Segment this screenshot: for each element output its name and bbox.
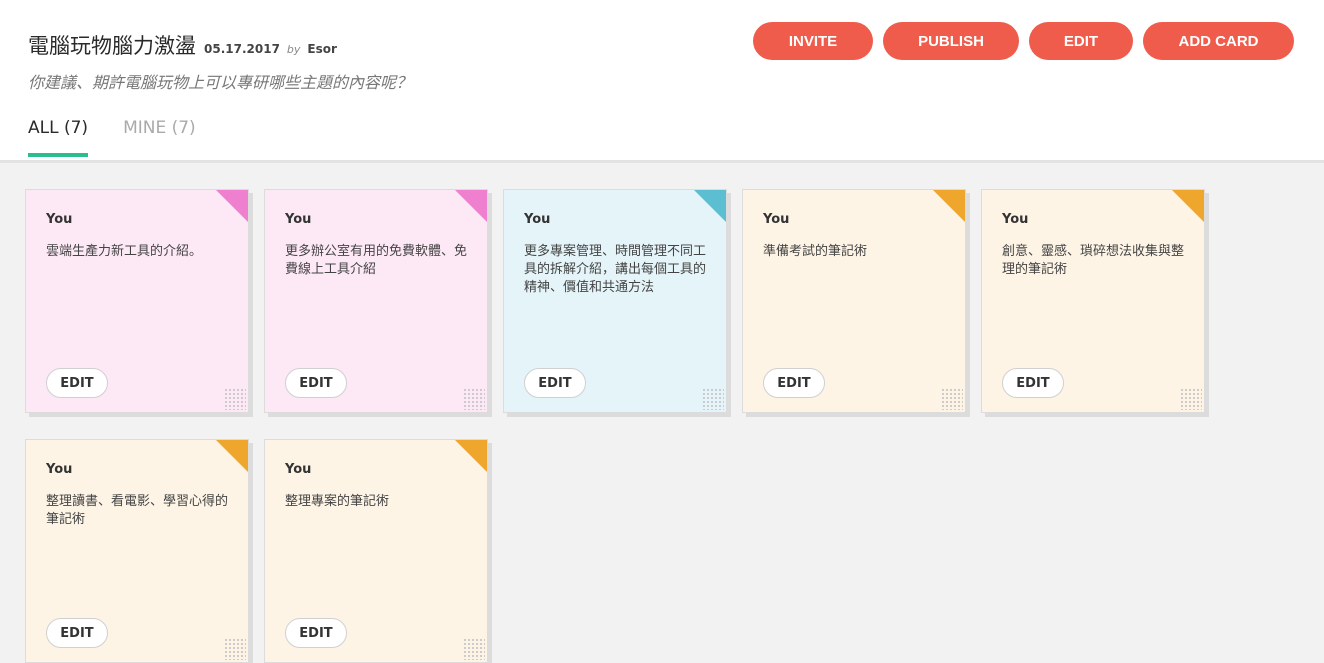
publish-button[interactable]: PUBLISH: [883, 22, 1019, 60]
card-color-tag: [216, 190, 248, 222]
resize-grip-icon[interactable]: [941, 388, 963, 410]
board-header: 電腦玩物腦力激盪 05.17.2017 by Esor 你建議、期許電腦玩物上可…: [0, 0, 1324, 163]
card-edit-button[interactable]: EDIT: [1002, 368, 1064, 398]
board-subtitle: 你建議、期許電腦玩物上可以專研哪些主題的內容呢？: [28, 73, 413, 92]
action-buttons: INVITE PUBLISH EDIT ADD CARD: [743, 22, 1294, 60]
card-author: You: [285, 212, 312, 227]
card-color-tag: [455, 440, 487, 472]
card-text: 雲端生產力新工具的介紹。: [46, 244, 203, 259]
board-date: 05.17.2017: [204, 42, 280, 56]
card-edit-button[interactable]: EDIT: [524, 368, 586, 398]
card-author: You: [46, 212, 73, 227]
card-author: You: [763, 212, 790, 227]
card-edit-button[interactable]: EDIT: [763, 368, 825, 398]
card-color-tag: [216, 440, 248, 472]
card-author: You: [285, 462, 312, 477]
card[interactable]: You 更多辦公室有用的免費軟體、免費線上工具介紹 EDIT: [264, 189, 488, 413]
invite-button[interactable]: INVITE: [753, 22, 873, 60]
tab-mine[interactable]: MINE (7): [123, 118, 196, 152]
resize-grip-icon[interactable]: [1180, 388, 1202, 410]
edit-board-button[interactable]: EDIT: [1029, 22, 1133, 60]
card-edit-button[interactable]: EDIT: [46, 618, 108, 648]
card-text: 整理專案的筆記術: [285, 494, 390, 509]
card[interactable]: You 雲端生產力新工具的介紹。 EDIT: [25, 189, 249, 413]
tab-all[interactable]: ALL (7): [28, 118, 89, 157]
filter-tabs: ALL (7) MINE (7): [28, 118, 231, 157]
board-title: 電腦玩物腦力激盪: [28, 34, 196, 58]
card[interactable]: You 整理讀書、看電影、學習心得的筆記術 EDIT: [25, 439, 249, 663]
by-label: by: [286, 43, 301, 56]
card-author: You: [524, 212, 551, 227]
board-author: Esor: [307, 42, 337, 56]
card-text: 更多辦公室有用的免費軟體、免費線上工具介紹: [285, 244, 468, 277]
card[interactable]: You 準備考試的筆記術 EDIT: [742, 189, 966, 413]
card-color-tag: [694, 190, 726, 222]
resize-grip-icon[interactable]: [463, 388, 485, 410]
card-edit-button[interactable]: EDIT: [285, 618, 347, 648]
card-edit-button[interactable]: EDIT: [46, 368, 108, 398]
card-color-tag: [455, 190, 487, 222]
resize-grip-icon[interactable]: [463, 638, 485, 660]
title-row: 電腦玩物腦力激盪 05.17.2017 by Esor: [28, 30, 337, 60]
card-text: 準備考試的筆記術: [763, 244, 868, 259]
card-color-tag: [933, 190, 965, 222]
card-text: 創意、靈感、瑣碎想法收集與整理的筆記術: [1002, 244, 1185, 277]
card-author: You: [1002, 212, 1029, 227]
card-author: You: [46, 462, 73, 477]
card-edit-button[interactable]: EDIT: [285, 368, 347, 398]
add-card-button[interactable]: ADD CARD: [1143, 22, 1294, 60]
card[interactable]: You 更多專案管理、時間管理不同工具的拆解介紹，講出每個工具的精神、價值和共通…: [503, 189, 727, 413]
card-text: 整理讀書、看電影、學習心得的筆記術: [46, 494, 229, 527]
card[interactable]: You 創意、靈感、瑣碎想法收集與整理的筆記術 EDIT: [981, 189, 1205, 413]
card-color-tag: [1172, 190, 1204, 222]
card[interactable]: You 整理專案的筆記術 EDIT: [264, 439, 488, 663]
resize-grip-icon[interactable]: [224, 388, 246, 410]
resize-grip-icon[interactable]: [224, 638, 246, 660]
resize-grip-icon[interactable]: [702, 388, 724, 410]
card-text: 更多專案管理、時間管理不同工具的拆解介紹，講出每個工具的精神、價值和共通方法: [524, 244, 707, 295]
